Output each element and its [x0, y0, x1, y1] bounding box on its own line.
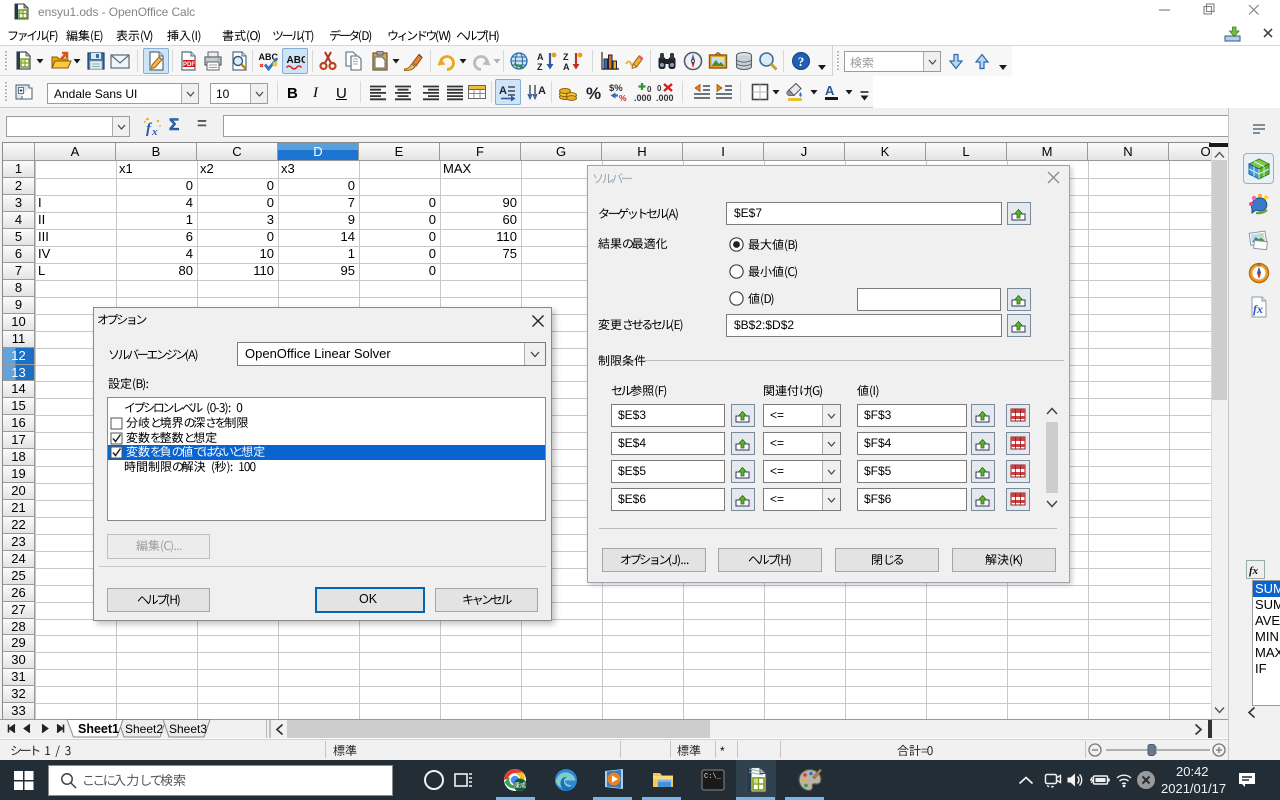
svg-text:A: A [563, 62, 570, 71]
svg-text:A: A [538, 85, 546, 97]
svg-text:Sheet3: Sheet3 [169, 722, 207, 736]
svg-text:.000: .000 [656, 93, 674, 102]
svg-text:Z: Z [563, 52, 569, 62]
svg-text:PDF: PDF [183, 62, 195, 68]
svg-text:%: % [619, 93, 627, 102]
svg-text:A: A [537, 52, 544, 62]
svg-text:ABC: ABC [287, 55, 306, 66]
svg-text:C:\_: C:\_ [704, 773, 722, 781]
svg-text:0: 0 [647, 85, 652, 94]
svg-text:N: N [1257, 263, 1260, 268]
svg-text:fx: fx [1253, 302, 1263, 316]
svg-text:Sheet2: Sheet2 [125, 722, 163, 736]
svg-text:康成: 康成 [514, 782, 526, 790]
svg-text:?: ? [798, 54, 805, 69]
svg-text:x: x [151, 126, 158, 137]
svg-text:0: 0 [657, 84, 662, 93]
svg-text:Z: Z [537, 62, 543, 71]
svg-text:A: A [825, 83, 835, 98]
svg-text:.000: .000 [634, 93, 652, 102]
svg-text:Sheet1: Sheet1 [78, 722, 119, 736]
svg-text:fx: fx [1249, 565, 1259, 577]
svg-text:A: A [499, 85, 507, 97]
